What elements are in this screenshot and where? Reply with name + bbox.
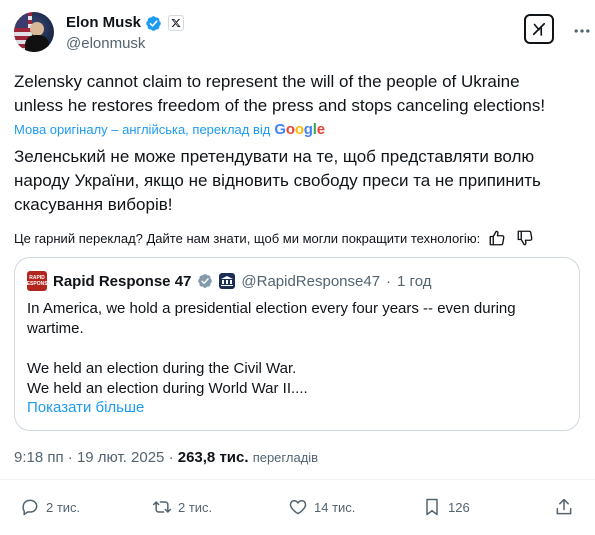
government-badge-icon[interactable]: [219, 273, 236, 289]
action-bar: 2 тис. 2 тис. 14 тис. 126: [14, 494, 580, 520]
gray-verified-badge-icon[interactable]: [197, 273, 213, 289]
avatar-body: [25, 35, 49, 52]
views-label: перегладів: [252, 450, 319, 465]
author-name-row: Elon Musk: [66, 13, 185, 33]
reply-icon: [22, 499, 38, 516]
bookmark-icon: [426, 498, 438, 516]
like-count: 14 тис.: [314, 499, 356, 515]
x-logo-icon[interactable]: [168, 15, 185, 31]
thumbs-down-icon[interactable]: [514, 227, 536, 249]
translation-attribution[interactable]: Мова оригіналу – англійська, переклад ві…: [14, 121, 325, 139]
heart-icon: [289, 500, 307, 515]
quoted-tweet[interactable]: RAPID RESPONSE Rapid Response 47 @RapidR…: [14, 257, 580, 431]
tweet-text: Zelensky cannot claim to represent the w…: [14, 72, 546, 115]
show-more-link[interactable]: Показати більше: [27, 399, 144, 416]
author-avatar[interactable]: [14, 12, 54, 52]
translation-feedback: Це гарний переклад? Дайте нам знати, щоб…: [14, 227, 584, 249]
reply-count: 2 тис.: [46, 499, 81, 515]
views-count[interactable]: 263,8 тис.: [178, 449, 249, 466]
translated-text: Зеленський не може претендувати на те, щ…: [14, 147, 541, 214]
repost-button[interactable]: 2 тис.: [152, 494, 212, 520]
quoted-tweet-text: In America, we hold a presidential elect…: [27, 300, 516, 397]
quoted-author-name[interactable]: Rapid Response 47: [53, 273, 191, 290]
verified-badge-icon[interactable]: [145, 15, 162, 32]
translation-label: Мова оригіналу – англійська, переклад ві…: [14, 122, 271, 137]
repost-count: 2 тис.: [178, 499, 213, 515]
tweet-date[interactable]: 19 лют. 2025: [77, 449, 164, 466]
like-button[interactable]: 14 тис.: [288, 494, 355, 520]
repost-icon: [152, 501, 172, 513]
divider: [0, 479, 595, 480]
avatar-head: [30, 22, 44, 36]
tweet-header: Elon Musk @elonmusk: [14, 12, 590, 56]
meta-separator: ·: [67, 449, 73, 466]
grok-icon[interactable]: [524, 14, 554, 44]
avatar-flag-canton: [14, 12, 28, 28]
meta-separator: ·: [168, 449, 174, 466]
reply-button[interactable]: 2 тис.: [20, 494, 80, 520]
feedback-prompt: Це гарний переклад? Дайте нам знати, щоб…: [14, 230, 481, 246]
share-button[interactable]: [554, 494, 574, 520]
share-icon: [556, 498, 572, 515]
bookmark-count: 126: [448, 499, 470, 515]
author-handle[interactable]: @elonmusk: [66, 34, 145, 54]
quoted-tweet-header: RAPID RESPONSE Rapid Response 47 @RapidR…: [23, 271, 431, 291]
quoted-time[interactable]: 1 год: [397, 273, 431, 290]
author-name[interactable]: Elon Musk: [66, 13, 141, 33]
quoted-author-handle[interactable]: @RapidResponse47: [241, 273, 380, 290]
separator-dot: ·: [386, 272, 392, 290]
tweet-meta: 9:18 пп · 19 лют. 2025 · 263,8 тис. пере…: [14, 449, 318, 467]
google-logo: Google: [274, 121, 325, 138]
thumbs-up-icon[interactable]: [486, 227, 508, 249]
tweet-time[interactable]: 9:18 пп: [14, 449, 64, 466]
more-dots-icon[interactable]: [570, 19, 594, 43]
quoted-author-avatar[interactable]: RAPID RESPONSE: [23, 271, 51, 291]
bookmark-button[interactable]: 126: [422, 494, 470, 520]
